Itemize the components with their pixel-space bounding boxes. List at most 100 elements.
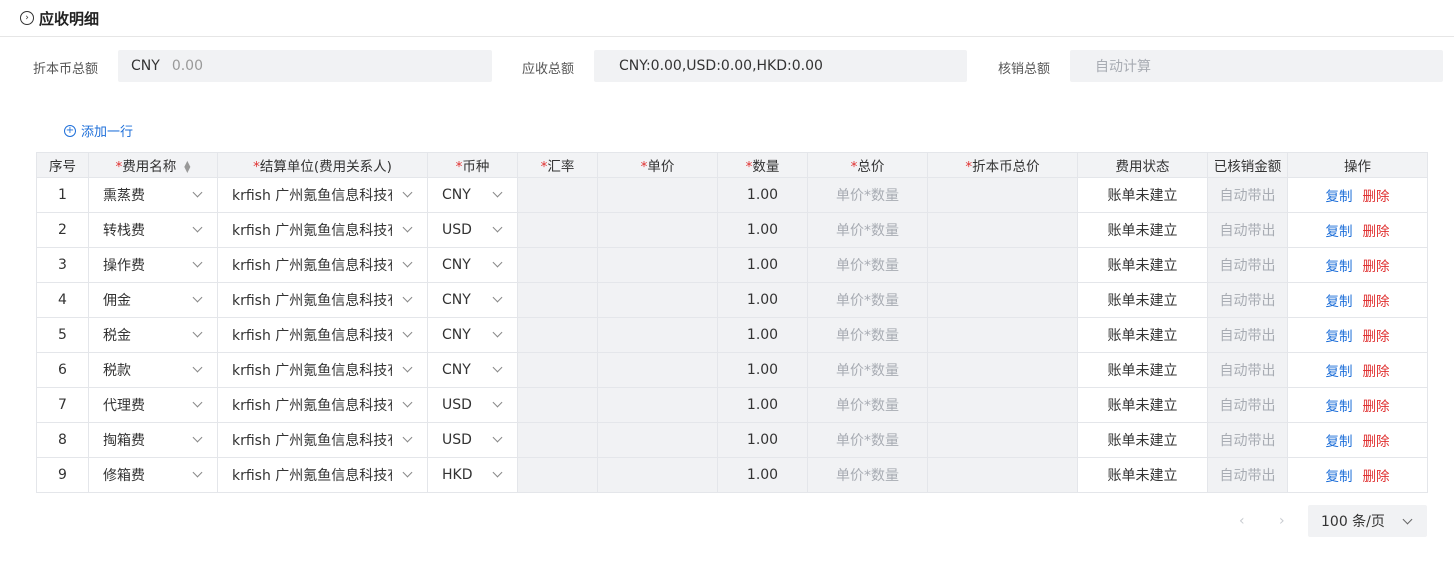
settlement-unit-value: krfish 广州氪鱼信息科技有限公司 bbox=[232, 328, 392, 344]
copy-button[interactable]: 复制 bbox=[1326, 469, 1353, 485]
fee-name-select[interactable]: 修箱费 bbox=[88, 457, 218, 493]
unit-price-input[interactable] bbox=[597, 352, 718, 388]
copy-button[interactable]: 复制 bbox=[1326, 364, 1353, 380]
settlement-unit-select[interactable]: krfish 广州氪鱼信息科技有限公司 bbox=[217, 282, 428, 318]
exchange-rate-input[interactable] bbox=[517, 282, 598, 318]
fee-name-select[interactable]: 佣金 bbox=[88, 282, 218, 318]
unit-price-input[interactable] bbox=[597, 317, 718, 353]
exchange-rate-input[interactable] bbox=[517, 457, 598, 493]
chevron-right-icon[interactable]: › bbox=[1279, 513, 1285, 529]
currency-select[interactable]: CNY bbox=[427, 177, 518, 213]
quantity-input[interactable]: 1.00 bbox=[717, 352, 808, 388]
receivable-total-value: CNY:0.00,USD:0.00,HKD:0.00 bbox=[619, 58, 823, 74]
currency-select[interactable]: USD bbox=[427, 212, 518, 248]
delete-button[interactable]: 删除 bbox=[1363, 329, 1390, 345]
settlement-unit-select[interactable]: krfish 广州氪鱼信息科技有限公司 bbox=[217, 212, 428, 248]
quantity-input[interactable]: 1.00 bbox=[717, 387, 808, 423]
delete-button[interactable]: 删除 bbox=[1363, 364, 1390, 380]
settlement-unit-select[interactable]: krfish 广州氪鱼信息科技有限公司 bbox=[217, 317, 428, 353]
fee-name-value: 转栈费 bbox=[103, 223, 145, 239]
delete-button[interactable]: 删除 bbox=[1363, 469, 1390, 485]
fee-name-select[interactable]: 税款 bbox=[88, 352, 218, 388]
delete-button[interactable]: 删除 bbox=[1363, 434, 1390, 450]
unit-price-input[interactable] bbox=[597, 212, 718, 248]
currency-select[interactable]: CNY bbox=[427, 247, 518, 283]
chevron-down-icon bbox=[492, 257, 503, 268]
fee-name-select[interactable]: 操作费 bbox=[88, 247, 218, 283]
currency-select[interactable]: USD bbox=[427, 422, 518, 458]
copy-button[interactable]: 复制 bbox=[1326, 189, 1353, 205]
exchange-rate-input[interactable] bbox=[517, 422, 598, 458]
quantity-input[interactable]: 1.00 bbox=[717, 317, 808, 353]
base-total-price-field bbox=[927, 422, 1078, 458]
chevron-down-icon bbox=[192, 467, 203, 478]
delete-button[interactable]: 删除 bbox=[1363, 189, 1390, 205]
exchange-rate-input[interactable] bbox=[517, 352, 598, 388]
column-header: 序号 bbox=[36, 152, 89, 178]
copy-button[interactable]: 复制 bbox=[1326, 224, 1353, 240]
add-row-button[interactable]: + 添加一行 bbox=[64, 121, 133, 140]
page-size-select[interactable]: 100 条/页 bbox=[1308, 505, 1427, 537]
base-total-price-field bbox=[927, 317, 1078, 353]
settlement-unit-select[interactable]: krfish 广州氪鱼信息科技有限公司 bbox=[217, 352, 428, 388]
currency-select[interactable]: CNY bbox=[427, 352, 518, 388]
table-header-row: 序号 * 费用名称 ▲ ▼ *结算单位(费用关系人) *币种 *汇率 *单价 *数量 *总价 *折本币… bbox=[36, 152, 1428, 178]
delete-button[interactable]: 删除 bbox=[1363, 294, 1390, 310]
writeoff-total-placeholder: 自动计算 bbox=[1095, 59, 1151, 75]
quantity-input[interactable]: 1.00 bbox=[717, 282, 808, 318]
total-price-field: 单价*数量 bbox=[807, 212, 928, 248]
unit-price-input[interactable] bbox=[597, 177, 718, 213]
exchange-rate-input[interactable] bbox=[517, 212, 598, 248]
unit-price-input[interactable] bbox=[597, 282, 718, 318]
settlement-unit-select[interactable]: krfish 广州氪鱼信息科技有限公司 bbox=[217, 177, 428, 213]
delete-button[interactable]: 删除 bbox=[1363, 224, 1390, 240]
settlement-unit-select[interactable]: krfish 广州氪鱼信息科技有限公司 bbox=[217, 422, 428, 458]
quantity-input[interactable]: 1.00 bbox=[717, 212, 808, 248]
fee-name-select[interactable]: 转栈费 bbox=[88, 212, 218, 248]
exchange-rate-input[interactable] bbox=[517, 317, 598, 353]
exchange-rate-input[interactable] bbox=[517, 247, 598, 283]
chevron-down-icon bbox=[192, 187, 203, 198]
total-price-field: 单价*数量 bbox=[807, 282, 928, 318]
quantity-input[interactable]: 1.00 bbox=[717, 247, 808, 283]
chevron-right-circle-icon[interactable]: › bbox=[20, 11, 34, 25]
copy-button[interactable]: 复制 bbox=[1326, 434, 1353, 450]
copy-button[interactable]: 复制 bbox=[1326, 329, 1353, 345]
chevron-down-icon bbox=[192, 362, 203, 373]
currency-select[interactable]: CNY bbox=[427, 317, 518, 353]
row-number: 1 bbox=[36, 177, 89, 213]
quantity-input[interactable]: 1.00 bbox=[717, 422, 808, 458]
column-header: 费用状态 bbox=[1077, 152, 1208, 178]
exchange-rate-input[interactable] bbox=[517, 177, 598, 213]
currency-select[interactable]: CNY bbox=[427, 282, 518, 318]
settlement-unit-select[interactable]: krfish 广州氪鱼信息科技有限公司 bbox=[217, 387, 428, 423]
table-row: 7 代理费 krfish 广州氪鱼信息科技有限公司 USD 1.00单价*数量 账单未建立… bbox=[36, 387, 1428, 423]
fee-name-select[interactable]: 掏箱费 bbox=[88, 422, 218, 458]
fee-name-select[interactable]: 熏蒸费 bbox=[88, 177, 218, 213]
copy-button[interactable]: 复制 bbox=[1326, 399, 1353, 415]
settlement-unit-select[interactable]: krfish 广州氪鱼信息科技有限公司 bbox=[217, 457, 428, 493]
settlement-unit-select[interactable]: krfish 广州氪鱼信息科技有限公司 bbox=[217, 247, 428, 283]
table-row: 1 熏蒸费 krfish 广州氪鱼信息科技有限公司 CNY 1.00单价*数量 账单未建立… bbox=[36, 177, 1428, 213]
fee-name-select[interactable]: 代理费 bbox=[88, 387, 218, 423]
writeoff-amount-field: 自动带出 bbox=[1207, 282, 1288, 318]
delete-button[interactable]: 删除 bbox=[1363, 259, 1390, 275]
chevron-left-icon[interactable]: ‹ bbox=[1239, 513, 1245, 529]
exchange-rate-input[interactable] bbox=[517, 387, 598, 423]
column-header-label: 折本币总价 bbox=[972, 159, 1040, 175]
unit-price-input[interactable] bbox=[597, 387, 718, 423]
copy-button[interactable]: 复制 bbox=[1326, 294, 1353, 310]
quantity-input[interactable]: 1.00 bbox=[717, 457, 808, 493]
unit-price-input[interactable] bbox=[597, 422, 718, 458]
fee-name-select[interactable]: 税金 bbox=[88, 317, 218, 353]
quantity-input[interactable]: 1.00 bbox=[717, 177, 808, 213]
delete-button[interactable]: 删除 bbox=[1363, 399, 1390, 415]
currency-select[interactable]: USD bbox=[427, 387, 518, 423]
fee-status: 账单未建立 bbox=[1077, 177, 1208, 213]
copy-button[interactable]: 复制 bbox=[1326, 259, 1353, 275]
sort-icon[interactable]: ▲ ▼ bbox=[184, 160, 190, 174]
unit-price-input[interactable] bbox=[597, 457, 718, 493]
currency-select[interactable]: HKD bbox=[427, 457, 518, 493]
column-header[interactable]: *费用名称 ▲ ▼ bbox=[88, 152, 218, 178]
unit-price-input[interactable] bbox=[597, 247, 718, 283]
